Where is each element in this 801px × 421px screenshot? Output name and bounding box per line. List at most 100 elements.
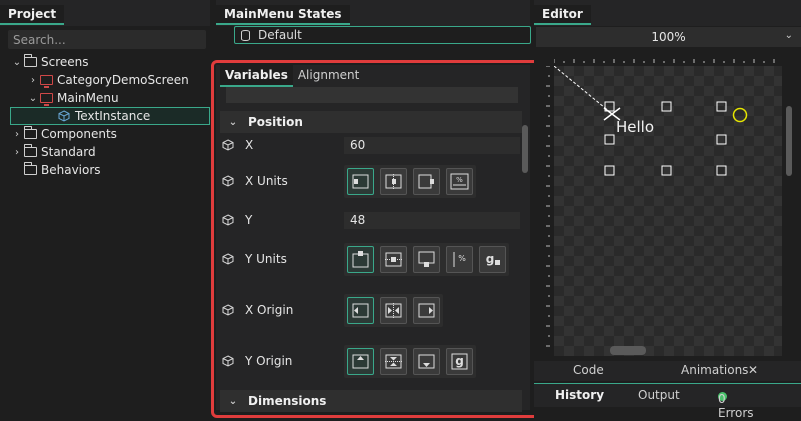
resize-handle[interactable]	[604, 165, 615, 176]
editor-horizontal-scrollbar[interactable]	[610, 346, 646, 355]
editor-panel: Editor 100% ⌄ Hello Code Animations ✕ Hi…	[534, 0, 801, 421]
tree-item-standard[interactable]: › Standard	[0, 143, 210, 161]
folder-icon	[24, 162, 37, 175]
prop-row-x-origin: X Origin	[220, 292, 522, 328]
y-origin-center-button[interactable]	[380, 348, 407, 375]
code-animations-tabs: Code Animations ✕	[534, 361, 801, 381]
properties-scrollbar[interactable]	[522, 125, 528, 173]
chevron-down-icon[interactable]: ⌄	[226, 396, 240, 407]
tree-item-label: MainMenu	[57, 91, 119, 105]
states-properties-panel: MainMenu States Default Variables Alignm…	[216, 0, 531, 421]
origin-bottom-icon	[418, 354, 435, 369]
prop-label: X	[245, 138, 254, 152]
properties-filter-strip	[226, 87, 518, 103]
canvas-text-instance[interactable]: Hello	[616, 118, 654, 136]
cube-icon	[222, 175, 234, 187]
x-value-input[interactable]: 60	[344, 136, 520, 154]
section-dimensions[interactable]: ⌄ Dimensions	[220, 390, 522, 412]
section-label: Position	[248, 115, 303, 129]
properties-tabs: Variables Alignment	[216, 65, 530, 87]
resize-handle[interactable]	[716, 165, 727, 176]
editor-canvas[interactable]: Hello	[554, 66, 782, 356]
states-title[interactable]: MainMenu States	[216, 5, 350, 25]
y-origin-baseline-button[interactable]: g	[446, 348, 473, 375]
svg-text:g: g	[486, 252, 495, 266]
tab-output[interactable]: Output	[638, 388, 680, 402]
resize-handle[interactable]	[661, 101, 672, 112]
prop-label: Y Origin	[245, 354, 293, 368]
vertical-ruler	[546, 66, 550, 347]
tab-code[interactable]: Code	[573, 363, 604, 377]
y-units-pixels-from-bottom-button[interactable]	[413, 246, 440, 273]
prop-label: Y	[245, 213, 253, 227]
y-units-pixels-from-center-button[interactable]	[380, 246, 407, 273]
rotation-handle[interactable]	[732, 107, 748, 123]
tree-item-label: Behaviors	[41, 163, 101, 177]
y-units-button-group: % g	[344, 243, 509, 276]
chevron-down-icon[interactable]: ⌄	[26, 93, 40, 104]
state-label: Default	[258, 28, 302, 42]
y-origin-bottom-button[interactable]	[413, 348, 440, 375]
x-units-pixels-from-center-button[interactable]	[380, 168, 407, 195]
tree-item-behaviors[interactable]: Behaviors	[0, 161, 210, 179]
x-origin-right-button[interactable]	[413, 297, 440, 324]
align-bottom-icon	[418, 251, 435, 267]
y-units-percentage-button[interactable]: %	[446, 246, 473, 273]
state-item-default[interactable]: Default	[234, 26, 531, 44]
resize-handle[interactable]	[661, 165, 672, 176]
states-header: MainMenu States	[216, 0, 530, 26]
tab-history[interactable]: History	[555, 388, 604, 402]
section-position[interactable]: ⌄ Position	[220, 111, 522, 133]
tab-alignment[interactable]: Alignment	[293, 65, 364, 87]
tree-item-categorydemoscreen[interactable]: › CategoryDemoScreen	[0, 71, 210, 89]
project-search-input[interactable]	[13, 31, 205, 48]
x-units-pixels-from-right-button[interactable]	[413, 168, 440, 195]
baseline-g-icon: g	[451, 353, 468, 370]
align-left-icon	[352, 174, 369, 189]
scroll-thumb[interactable]	[786, 106, 792, 176]
x-units-pixels-from-left-button[interactable]	[347, 168, 374, 195]
prop-label: X Origin	[245, 303, 294, 317]
tree-item-label: TextInstance	[75, 109, 151, 123]
zoom-select[interactable]: 100% ⌄	[536, 27, 801, 47]
tree-item-screens[interactable]: ⌄ Screens	[0, 53, 210, 71]
chevron-right-icon[interactable]: ›	[10, 129, 24, 140]
project-panel: Project ⌄ Screens › CategoryDemoScreen ⌄…	[0, 0, 210, 421]
prop-row-x: X 60	[220, 136, 522, 154]
prop-row-y-units: Y Units % g	[220, 241, 522, 277]
chevron-right-icon[interactable]: ›	[10, 147, 24, 158]
tree-item-components[interactable]: › Components	[0, 125, 210, 143]
y-origin-button-group: g	[344, 345, 476, 378]
editor-title[interactable]: Editor	[534, 5, 591, 25]
tree-item-label: Components	[41, 127, 117, 141]
resize-handle[interactable]	[716, 134, 727, 145]
prop-label: Y Units	[245, 252, 287, 266]
tree-item-textinstance[interactable]: TextInstance	[10, 107, 210, 125]
project-search-box[interactable]	[8, 30, 206, 49]
x-units-percentage-button[interactable]: %	[446, 168, 473, 195]
properties-panel: Variables Alignment ⌄ Position X 60 X Un…	[216, 65, 530, 412]
tree-item-mainmenu[interactable]: ⌄ MainMenu	[0, 89, 210, 107]
x-origin-left-button[interactable]	[347, 297, 374, 324]
y-origin-top-button[interactable]	[347, 348, 374, 375]
tab-variables[interactable]: Variables	[220, 65, 293, 87]
percent-vertical-icon: %	[453, 252, 466, 267]
editor-vertical-scrollbar[interactable]	[785, 66, 793, 356]
output-tabs: History Output 0 Errors	[534, 383, 801, 420]
folder-icon	[24, 126, 37, 139]
errors-label: 0 Errors	[718, 392, 754, 420]
project-title[interactable]: Project	[0, 5, 65, 25]
resize-handle[interactable]	[604, 134, 615, 145]
chevron-down-icon[interactable]: ⌄	[226, 117, 240, 128]
y-units-pixels-from-top-button[interactable]	[347, 246, 374, 273]
y-value-input[interactable]: 48	[344, 211, 520, 229]
x-origin-center-button[interactable]	[380, 297, 407, 324]
tab-animations[interactable]: Animations	[681, 363, 748, 377]
y-units-baseline-button[interactable]: g	[479, 246, 506, 273]
align-top-icon	[352, 251, 369, 268]
origin-left-icon	[352, 303, 369, 318]
chevron-right-icon[interactable]: ›	[26, 75, 40, 86]
chevron-down-icon[interactable]: ⌄	[10, 57, 24, 68]
resize-handle[interactable]	[716, 101, 727, 112]
close-icon[interactable]: ✕	[748, 363, 758, 377]
